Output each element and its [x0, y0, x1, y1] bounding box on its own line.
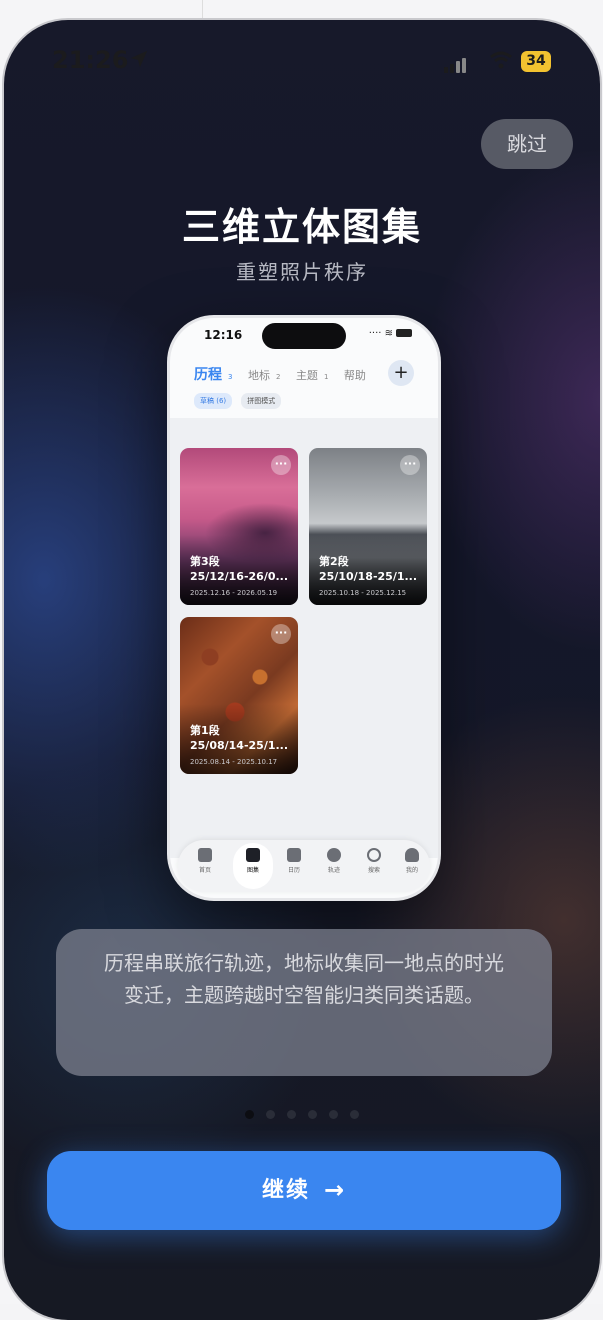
gallery-icon	[246, 848, 260, 862]
mock-chip-drafts: 草稿 (6)	[194, 393, 233, 409]
wifi-icon	[490, 51, 512, 69]
mock-nav-gallery: 图集	[234, 848, 272, 874]
mock-nav-search: 搜索	[355, 848, 393, 874]
mock-status-icons: ···· ≋	[369, 328, 412, 339]
mock-nav-home: 首页	[186, 848, 224, 874]
continue-label: 继续	[261, 1178, 310, 1203]
page-dot[interactable]	[329, 1110, 338, 1119]
more-icon: ···	[271, 455, 291, 475]
mock-tab-landmark: 地标 2	[247, 369, 281, 382]
mock-tab-bar: 首页 图集 日历 轨迹 搜索 我的	[178, 840, 430, 892]
page-indicator	[4, 1104, 600, 1123]
feature-description: 历程串联旅行轨迹，地标收集同一地点的时光变迁，主题跨越时空智能归类同类话题。	[56, 929, 552, 1076]
mock-tab-help: 帮助	[343, 369, 366, 382]
status-bar: 21:26 34	[4, 20, 600, 100]
mock-nav-calendar: 日历	[275, 848, 313, 874]
skip-button[interactable]: 跳过	[481, 119, 573, 169]
mock-status-time: 12:16	[204, 328, 243, 342]
app-preview-mockup: 12:16 ···· ≋ 历程 3 地标 2 主题 1 帮助 + 草稿 (6) 拼图模…	[170, 318, 438, 898]
mock-tab-topic: 主题 1	[295, 369, 329, 382]
phone-screen: 21:26 34 跳过 三维立体图集 重塑照片秩序 12:16 ···· ≋ 历…	[4, 20, 600, 1320]
globe-icon	[327, 848, 341, 862]
mock-chips: 草稿 (6) 拼图模式	[194, 388, 285, 409]
page-dot[interactable]	[266, 1110, 275, 1119]
search-icon	[367, 848, 381, 862]
cellular-signal-icon	[444, 54, 468, 73]
status-time: 21:26	[52, 46, 129, 74]
battery-icon: 34	[521, 51, 551, 72]
person-icon	[405, 848, 419, 862]
continue-button[interactable]: 继续 →	[47, 1151, 561, 1230]
page-title: 三维立体图集	[181, 205, 422, 249]
mock-tab-journey: 历程 3	[194, 367, 233, 383]
mock-nav-me: 我的	[393, 848, 431, 874]
more-icon: ···	[400, 455, 420, 475]
mock-tabs: 历程 3 地标 2 主题 1 帮助	[194, 364, 372, 384]
calendar-icon	[287, 848, 301, 862]
page-dot[interactable]	[308, 1110, 317, 1119]
location-arrow-icon	[130, 50, 148, 68]
mock-card-segment-2: ··· 第2段 25/10/18-25/1... 2025.10.18 - 20…	[309, 448, 427, 605]
page-dot[interactable]	[350, 1110, 359, 1119]
mock-add-button: +	[388, 360, 414, 386]
more-icon: ···	[271, 624, 291, 644]
arrow-right-icon: →	[323, 1176, 347, 1204]
dynamic-island	[262, 323, 346, 349]
mock-nav-track: 轨迹	[315, 848, 353, 874]
page-dot[interactable]	[245, 1110, 254, 1119]
page-subtitle: 重塑照片秩序	[236, 260, 368, 284]
mock-chip-mode: 拼图模式	[241, 393, 282, 409]
home-icon	[198, 848, 212, 862]
mock-card-segment-1: ··· 第1段 25/08/14-25/1... 2025.08.14 - 20…	[180, 617, 298, 774]
page-dot[interactable]	[287, 1110, 296, 1119]
mock-card-segment-3: ··· 第3段 25/12/16-26/0... 2025.12.16 - 20…	[180, 448, 298, 605]
